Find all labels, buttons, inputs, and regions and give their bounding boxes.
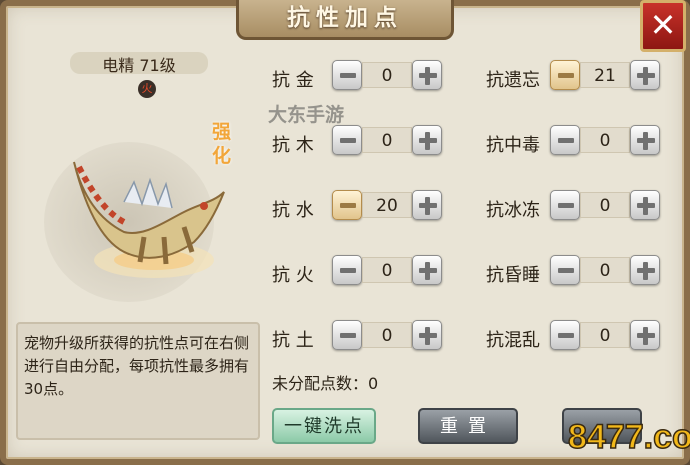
resistance-value: 21 bbox=[580, 62, 630, 88]
plus-icon-vertical bbox=[643, 327, 648, 345]
resistance-label: 抗混乱 bbox=[486, 330, 540, 351]
increase-button[interactable] bbox=[630, 60, 660, 90]
resistance-row-confusion: 抗混乱 0 bbox=[486, 320, 666, 354]
minus-icon bbox=[340, 73, 356, 78]
resistance-value: 0 bbox=[580, 322, 630, 348]
decrease-button[interactable] bbox=[550, 190, 580, 220]
watermark-text: 大东手游 bbox=[268, 104, 345, 126]
plus-icon-vertical bbox=[643, 132, 648, 150]
minus-icon bbox=[340, 138, 356, 143]
increase-button[interactable] bbox=[630, 190, 660, 220]
resistance-row-earth: 抗 土 0 bbox=[272, 320, 452, 354]
resistance-row-metal: 抗 金 0 bbox=[272, 60, 452, 94]
minus-icon bbox=[558, 333, 574, 338]
title-tab: 抗性加点 bbox=[236, 0, 454, 40]
pet-display: 电精 71级 火 强化 bbox=[14, 46, 260, 311]
minus-icon bbox=[558, 268, 574, 273]
increase-button[interactable] bbox=[412, 255, 442, 285]
close-icon: ✕ bbox=[649, 6, 677, 44]
minus-icon bbox=[558, 203, 574, 208]
site-logo: 8477.com bbox=[567, 417, 690, 457]
minus-icon bbox=[340, 203, 356, 208]
resistance-label: 抗中毒 bbox=[486, 135, 540, 156]
minus-icon bbox=[558, 73, 574, 78]
plus-icon-vertical bbox=[425, 327, 430, 345]
one-key-wash-button[interactable]: 一键洗点 bbox=[272, 408, 376, 444]
resistance-value: 0 bbox=[362, 127, 412, 153]
decrease-button[interactable] bbox=[332, 320, 362, 350]
plus-icon-vertical bbox=[425, 67, 430, 85]
resistance-label: 抗 木 bbox=[272, 135, 314, 156]
resistance-label: 抗遗忘 bbox=[486, 70, 540, 91]
minus-icon bbox=[340, 333, 356, 338]
increase-button[interactable] bbox=[412, 60, 442, 90]
close-button[interactable]: ✕ bbox=[640, 0, 686, 52]
decrease-button[interactable] bbox=[332, 125, 362, 155]
resistance-label: 抗 火 bbox=[272, 265, 314, 286]
increase-button[interactable] bbox=[412, 125, 442, 155]
plus-icon-vertical bbox=[643, 67, 648, 85]
panel-title: 抗性加点 bbox=[287, 5, 403, 31]
increase-button[interactable] bbox=[630, 125, 660, 155]
decrease-button[interactable] bbox=[332, 255, 362, 285]
resistance-value: 0 bbox=[362, 322, 412, 348]
plus-icon-vertical bbox=[643, 262, 648, 280]
decrease-button[interactable] bbox=[550, 125, 580, 155]
minus-icon bbox=[558, 138, 574, 143]
decrease-button[interactable] bbox=[332, 190, 362, 220]
resistance-value: 0 bbox=[580, 257, 630, 283]
decrease-button[interactable] bbox=[332, 60, 362, 90]
pet-name: 电精 71级 bbox=[102, 56, 176, 75]
increase-button[interactable] bbox=[412, 320, 442, 350]
resistance-row-forget: 抗遗忘 21 bbox=[486, 60, 666, 94]
resistance-value: 0 bbox=[580, 192, 630, 218]
resistance-value: 0 bbox=[362, 257, 412, 283]
decrease-button[interactable] bbox=[550, 255, 580, 285]
resistance-value: 0 bbox=[362, 62, 412, 88]
plus-icon-vertical bbox=[425, 197, 430, 215]
plus-icon-vertical bbox=[425, 262, 430, 280]
resistance-label: 抗冰冻 bbox=[486, 200, 540, 221]
resistance-row-poison: 抗中毒 0 bbox=[486, 125, 666, 159]
resistance-label: 抗 水 bbox=[272, 200, 314, 221]
plus-icon-vertical bbox=[643, 197, 648, 215]
increase-button[interactable] bbox=[630, 320, 660, 350]
resistance-row-wood: 抗 木 0 bbox=[272, 125, 452, 159]
resistance-value: 0 bbox=[580, 127, 630, 153]
decrease-button[interactable] bbox=[550, 60, 580, 90]
resistance-row-freeze: 抗冰冻 0 bbox=[486, 190, 666, 224]
site-logo-text: 8477.com bbox=[568, 418, 690, 456]
resistance-value: 20 bbox=[362, 192, 412, 218]
minus-icon bbox=[340, 268, 356, 273]
increase-button[interactable] bbox=[630, 255, 660, 285]
resistance-label: 抗 金 bbox=[272, 70, 314, 91]
fire-element-icon: 火 bbox=[138, 80, 156, 98]
plus-icon-vertical bbox=[425, 132, 430, 150]
resistance-row-fire: 抗 火 0 bbox=[272, 255, 452, 289]
decrease-button[interactable] bbox=[550, 320, 580, 350]
resistance-label: 抗 土 bbox=[272, 330, 314, 351]
increase-button[interactable] bbox=[412, 190, 442, 220]
info-description: 宠物升级所获得的抗性点可在右侧进行自由分配，每项抗性最多拥有30点。 bbox=[16, 322, 260, 440]
unassigned-points: 未分配点数：0 bbox=[272, 374, 379, 393]
resistance-label: 抗昏睡 bbox=[486, 265, 540, 286]
resistance-row-water: 抗 水 20 bbox=[272, 190, 452, 224]
pet-model-image bbox=[73, 161, 225, 278]
reset-button[interactable]: 重置 bbox=[418, 408, 518, 444]
resistance-row-sleep: 抗昏睡 0 bbox=[486, 255, 666, 289]
